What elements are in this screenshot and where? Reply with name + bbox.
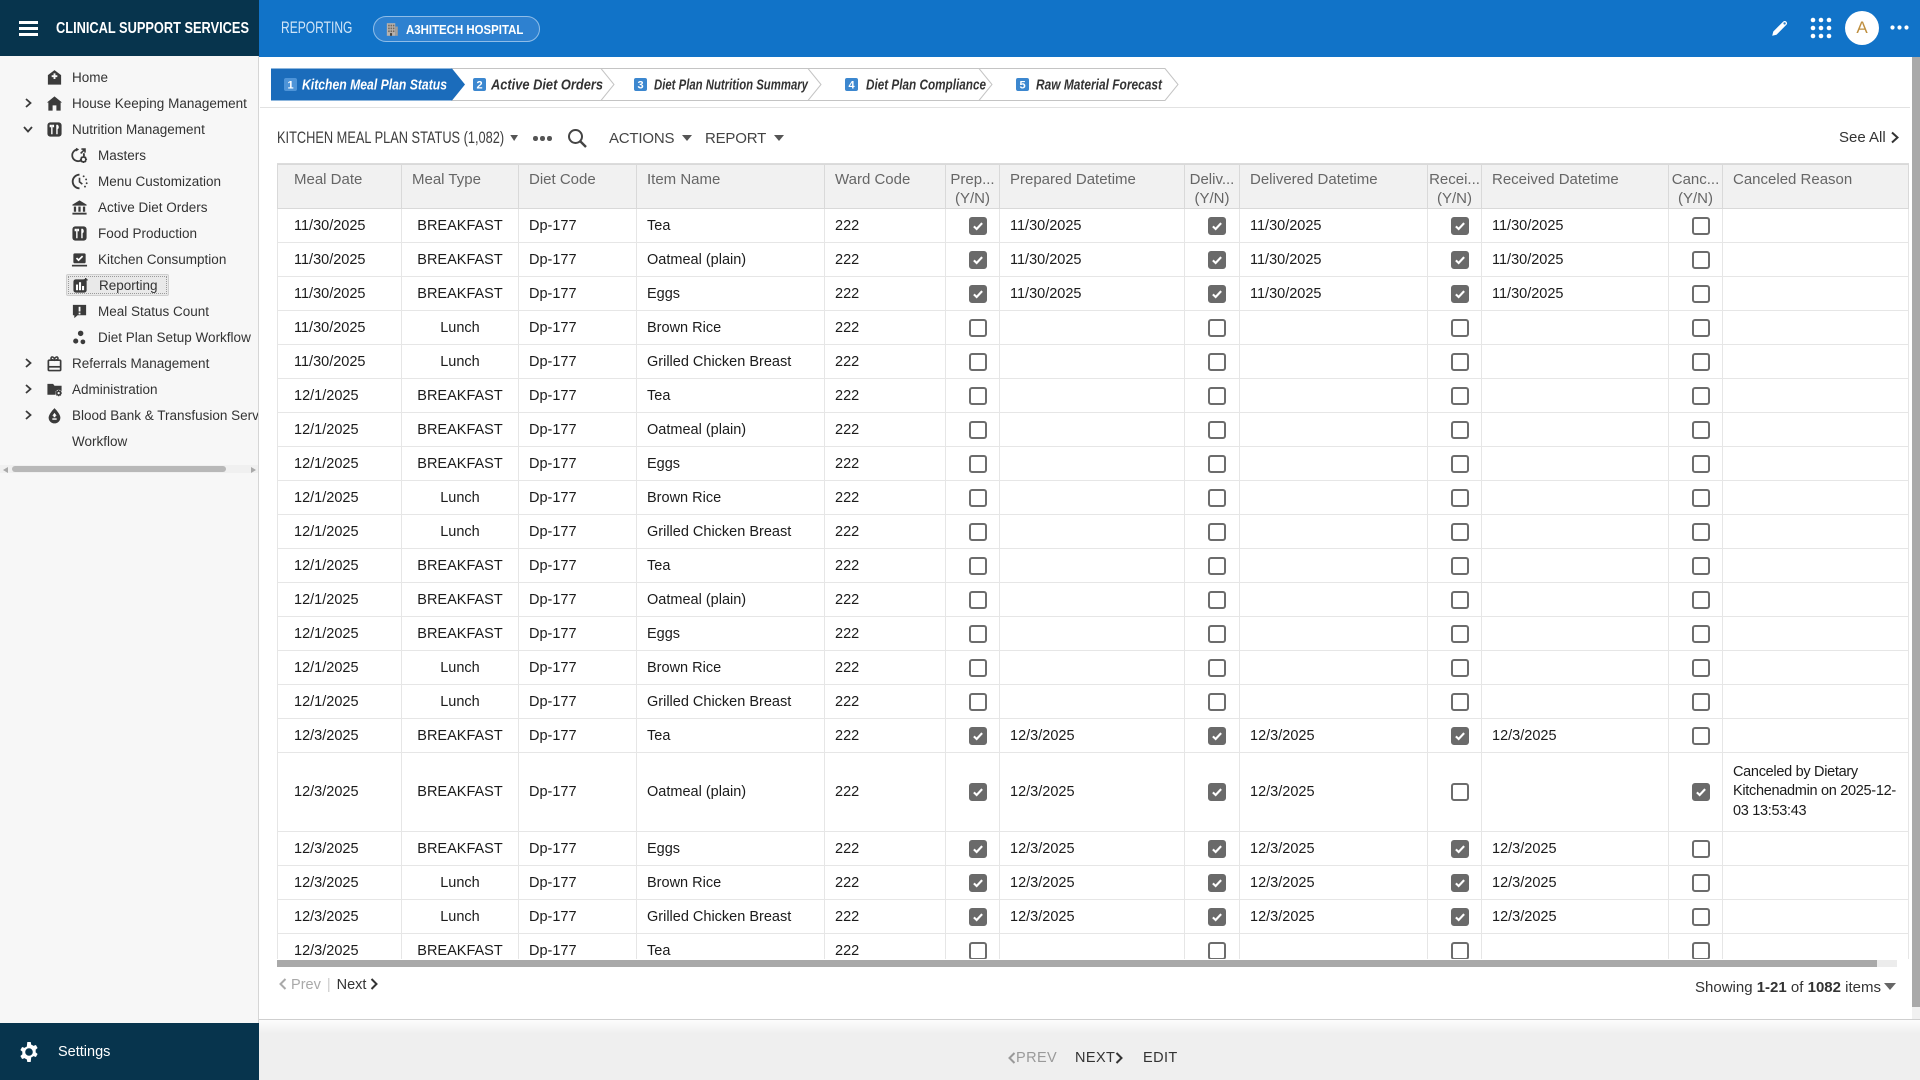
svg-text:Diet Plan Compliance: Diet Plan Compliance [866,77,986,94]
svg-text:Diet Plan Nutrition Summary: Diet Plan Nutrition Summary [654,77,808,94]
svg-text:2: 2 [476,80,482,92]
svg-text:5: 5 [1019,80,1025,92]
svg-text:4: 4 [848,80,855,92]
svg-text:3: 3 [637,80,643,92]
svg-text:Raw Material Forecast: Raw Material Forecast [1036,77,1163,94]
svg-text:Kitchen Meal Plan Status: Kitchen Meal Plan Status [302,77,447,94]
svg-text:1: 1 [287,80,293,92]
svg-text:Active Diet Orders: Active Diet Orders [490,77,603,94]
